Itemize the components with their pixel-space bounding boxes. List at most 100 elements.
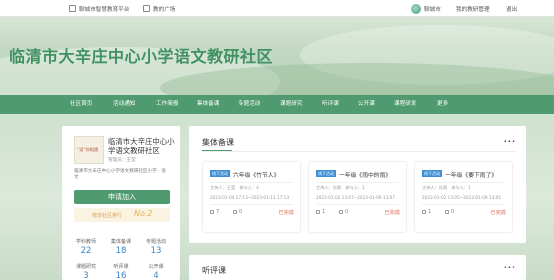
logo-text: “语”你相遇 <box>77 147 99 152</box>
my-square-link[interactable]: 教的广场 <box>143 3 175 14</box>
stat-lecture-review[interactable]: 听评课 16 <box>107 263 135 280</box>
likes-count[interactable]: 0 <box>233 209 242 215</box>
community-name: 临清市大辛庄中心小学语文教研社区 <box>108 137 175 155</box>
likes-value: 0 <box>345 209 349 215</box>
lecture-review-panel: 听评课 ··· <box>189 255 526 280</box>
views-count: 1 <box>422 209 431 215</box>
views-value: 7 <box>216 209 220 215</box>
thumbs-up-icon <box>233 210 237 214</box>
activity-tag: 线下活动 <box>210 170 230 177</box>
logout-label: 退出 <box>506 6 518 13</box>
divider <box>210 204 293 205</box>
stat-teachers[interactable]: 学科教师 22 <box>72 238 100 256</box>
banner: 临清市大辛庄中心小学语文教研社区 <box>0 17 554 95</box>
document-icon <box>210 210 214 214</box>
stat-value: 4 <box>153 271 159 280</box>
views-value: 1 <box>322 209 326 215</box>
city-link[interactable]: 聊城市 <box>411 3 441 14</box>
nav-item-notices[interactable]: 活动通知 <box>113 95 135 114</box>
nav-item-research[interactable]: 课题研究 <box>280 95 302 114</box>
activity-tag: 线下活动 <box>422 170 442 177</box>
views-count: 1 <box>316 209 325 215</box>
divider <box>202 151 516 152</box>
stat-value: 22 <box>80 246 92 256</box>
collective-prep-panel: 集体备课 ··· 线下活动 六年级《竹节人》 主持人：王莹 参与人：4 2023… <box>189 126 526 243</box>
my-square-label: 教的广场 <box>153 6 176 13</box>
stat-label: 听评课 <box>113 264 129 270</box>
prep-card-date: 2023-01-02 13:07~2023-01-09 13:07 <box>316 195 395 200</box>
rank-label: 榜单社区排行 <box>92 213 123 219</box>
likes-value: 0 <box>239 209 243 215</box>
rank-value: No.2 <box>134 209 153 218</box>
thumbs-up-icon <box>339 210 343 214</box>
platform-link[interactable]: 聊城市智慧教育平台 <box>69 3 129 14</box>
nav-item-course-dev[interactable]: 课程研发 <box>394 95 416 114</box>
home-icon <box>69 5 76 12</box>
prep-card-meta: 主持人：孙燕 参与人：1 <box>316 185 365 190</box>
prep-card-date: 2023-01-04 17:13~2023-01-11 17:13 <box>210 195 289 200</box>
divider <box>422 182 505 183</box>
divider <box>316 182 399 183</box>
stat-label: 公开课 <box>148 264 164 270</box>
prep-card-title: 一年级《要下雨了》 <box>445 173 498 179</box>
prep-card[interactable]: 线下活动 一年级《雨中的雨》 主持人：孙燕 参与人：1 2023-01-02 1… <box>309 162 406 232</box>
my-management-link[interactable]: 我的教研管理 <box>456 3 490 14</box>
document-icon <box>316 210 320 214</box>
nav-item-special-events[interactable]: 专题活动 <box>238 95 260 114</box>
grid-icon <box>143 5 150 12</box>
prep-card[interactable]: 线下活动 一年级《要下雨了》 主持人：孙燕 参与人：1 2023-01-02 1… <box>415 162 512 232</box>
likes-count[interactable]: 0 <box>339 209 348 215</box>
community-card: “语”你相遇 临清市大辛庄中心小学语文教研社区 管理员：王莹 临清市大辛庄中心小… <box>62 126 180 280</box>
prep-card[interactable]: 线下活动 六年级《竹节人》 主持人：王莹 参与人：4 2023-01-04 17… <box>203 162 300 232</box>
likes-count[interactable]: 0 <box>445 209 454 215</box>
divider <box>316 204 399 205</box>
divider <box>422 204 505 205</box>
nav-item-briefs[interactable]: 工作简报 <box>156 95 178 114</box>
prep-card-meta: 主持人：王莹 参与人：4 <box>210 185 259 190</box>
status-badge: 已完成 <box>384 210 400 216</box>
prep-card-meta: 主持人：孙燕 参与人：1 <box>422 185 471 190</box>
activity-tag: 线下活动 <box>316 170 336 177</box>
status-badge: 已完成 <box>278 210 294 216</box>
prep-card-title: 一年级《雨中的雨》 <box>339 173 392 179</box>
logout-link[interactable]: 退出 <box>506 3 517 14</box>
document-icon <box>422 210 426 214</box>
community-admin: 管理员：王莹 <box>108 158 136 163</box>
status-badge: 已完成 <box>490 210 506 216</box>
avatar <box>411 3 421 14</box>
platform-label: 聊城市智慧教育平台 <box>79 6 130 13</box>
stat-label: 集体备课 <box>110 239 131 245</box>
rank-badge: 榜单社区排行 No.2 <box>74 208 170 222</box>
stat-special-events[interactable]: 专题活动 13 <box>142 238 170 256</box>
community-logo: “语”你相遇 <box>74 136 104 164</box>
stat-label: 课题研究 <box>75 264 96 270</box>
nav-item-collective-prep[interactable]: 集体备课 <box>197 95 219 114</box>
main-nav: 社区首页 活动通知 工作简报 集体备课 专题活动 课题研究 听评课 公开课 课程… <box>0 95 554 114</box>
stat-value: 16 <box>115 271 127 280</box>
join-button[interactable]: 申请加入 <box>74 190 170 204</box>
stat-value: 3 <box>83 271 89 280</box>
divider <box>210 182 293 183</box>
stat-label: 专题活动 <box>145 239 166 245</box>
views-count: 7 <box>210 209 219 215</box>
my-management-label: 我的教研管理 <box>456 6 490 13</box>
stat-collective-prep[interactable]: 集体备课 18 <box>107 238 135 256</box>
more-button[interactable]: ··· <box>504 137 516 146</box>
stat-label: 学科教师 <box>75 239 96 245</box>
community-description: 临清市大辛庄中心小学语文教研社区小学 语文 <box>74 169 166 180</box>
likes-value: 0 <box>451 209 455 215</box>
stat-research[interactable]: 课题研究 3 <box>72 263 100 280</box>
nav-item-more[interactable]: 更多 <box>437 95 448 114</box>
thumbs-up-icon <box>445 210 449 214</box>
page-title: 临清市大辛庄中心小学语文教研社区 <box>9 47 274 66</box>
watermark: 搜狐号@王晓飞 <box>494 268 526 273</box>
nav-item-home[interactable]: 社区首页 <box>70 95 92 114</box>
prep-card-date: 2023-01-02 13:05~2023-01-09 13:05 <box>422 195 501 200</box>
prep-card-title: 六年级《竹节人》 <box>233 173 280 179</box>
panel-title: 听评课 <box>202 266 226 275</box>
views-value: 1 <box>428 209 432 215</box>
stat-open-class[interactable]: 公开课 4 <box>142 263 170 280</box>
nav-item-open-class[interactable]: 公开课 <box>358 95 375 114</box>
nav-item-lecture-review[interactable]: 听评课 <box>322 95 339 114</box>
panel-title: 集体备课 <box>202 138 234 147</box>
